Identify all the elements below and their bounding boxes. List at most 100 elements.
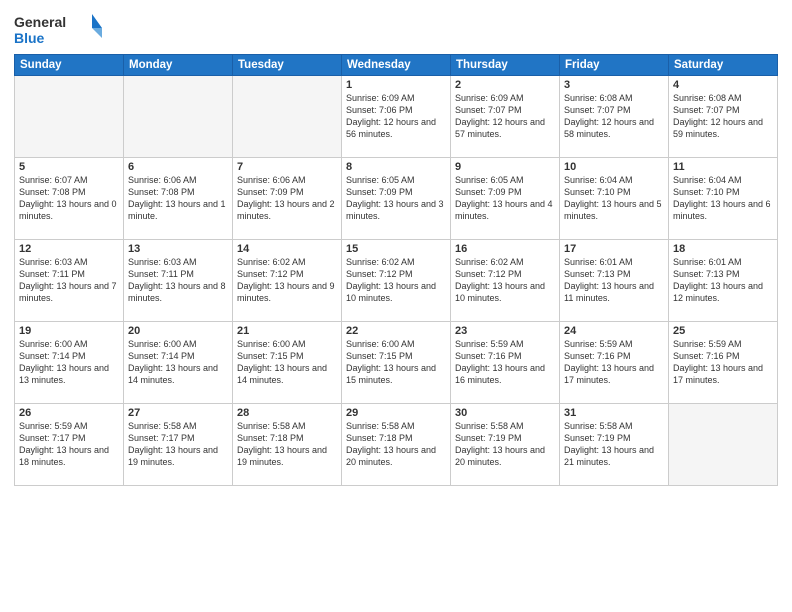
day-number: 2 xyxy=(455,79,555,91)
calendar-cell: 24Sunrise: 5:59 AMSunset: 7:16 PMDayligh… xyxy=(560,322,669,404)
day-detail: Sunrise: 6:06 AMSunset: 7:08 PMDaylight:… xyxy=(128,174,228,223)
day-detail: Sunrise: 6:05 AMSunset: 7:09 PMDaylight:… xyxy=(455,174,555,223)
calendar-cell xyxy=(124,76,233,158)
day-number: 18 xyxy=(673,243,773,255)
weekday-header-sunday: Sunday xyxy=(15,55,124,76)
calendar-cell: 4Sunrise: 6:08 AMSunset: 7:07 PMDaylight… xyxy=(669,76,778,158)
day-detail: Sunrise: 5:58 AMSunset: 7:18 PMDaylight:… xyxy=(346,420,446,469)
calendar-cell: 31Sunrise: 5:58 AMSunset: 7:19 PMDayligh… xyxy=(560,404,669,486)
day-detail: Sunrise: 6:03 AMSunset: 7:11 PMDaylight:… xyxy=(19,256,119,305)
day-detail: Sunrise: 6:09 AMSunset: 7:07 PMDaylight:… xyxy=(455,92,555,141)
day-detail: Sunrise: 6:00 AMSunset: 7:14 PMDaylight:… xyxy=(128,338,228,387)
day-number: 12 xyxy=(19,243,119,255)
calendar-cell: 12Sunrise: 6:03 AMSunset: 7:11 PMDayligh… xyxy=(15,240,124,322)
day-detail: Sunrise: 5:59 AMSunset: 7:16 PMDaylight:… xyxy=(564,338,664,387)
day-number: 21 xyxy=(237,325,337,337)
weekday-header-thursday: Thursday xyxy=(451,55,560,76)
day-number: 4 xyxy=(673,79,773,91)
day-number: 28 xyxy=(237,407,337,419)
day-detail: Sunrise: 6:08 AMSunset: 7:07 PMDaylight:… xyxy=(673,92,773,141)
day-number: 23 xyxy=(455,325,555,337)
page-header: General Blue xyxy=(14,10,778,48)
generalblue-logo: General Blue xyxy=(14,10,104,48)
day-number: 24 xyxy=(564,325,664,337)
day-detail: Sunrise: 6:09 AMSunset: 7:06 PMDaylight:… xyxy=(346,92,446,141)
calendar-cell: 22Sunrise: 6:00 AMSunset: 7:15 PMDayligh… xyxy=(342,322,451,404)
calendar-cell xyxy=(233,76,342,158)
day-number: 16 xyxy=(455,243,555,255)
day-detail: Sunrise: 6:05 AMSunset: 7:09 PMDaylight:… xyxy=(346,174,446,223)
day-detail: Sunrise: 5:59 AMSunset: 7:16 PMDaylight:… xyxy=(455,338,555,387)
day-number: 30 xyxy=(455,407,555,419)
calendar-table: SundayMondayTuesdayWednesdayThursdayFrid… xyxy=(14,54,778,486)
calendar-cell xyxy=(15,76,124,158)
day-detail: Sunrise: 6:00 AMSunset: 7:14 PMDaylight:… xyxy=(19,338,119,387)
logo: General Blue xyxy=(14,10,104,48)
calendar-cell: 2Sunrise: 6:09 AMSunset: 7:07 PMDaylight… xyxy=(451,76,560,158)
calendar-cell: 13Sunrise: 6:03 AMSunset: 7:11 PMDayligh… xyxy=(124,240,233,322)
calendar-cell: 9Sunrise: 6:05 AMSunset: 7:09 PMDaylight… xyxy=(451,158,560,240)
calendar-cell: 17Sunrise: 6:01 AMSunset: 7:13 PMDayligh… xyxy=(560,240,669,322)
day-detail: Sunrise: 5:58 AMSunset: 7:19 PMDaylight:… xyxy=(455,420,555,469)
day-number: 1 xyxy=(346,79,446,91)
week-row-2: 5Sunrise: 6:07 AMSunset: 7:08 PMDaylight… xyxy=(15,158,778,240)
weekday-header-wednesday: Wednesday xyxy=(342,55,451,76)
day-number: 8 xyxy=(346,161,446,173)
calendar-cell: 27Sunrise: 5:58 AMSunset: 7:17 PMDayligh… xyxy=(124,404,233,486)
day-detail: Sunrise: 6:07 AMSunset: 7:08 PMDaylight:… xyxy=(19,174,119,223)
calendar-cell: 6Sunrise: 6:06 AMSunset: 7:08 PMDaylight… xyxy=(124,158,233,240)
day-detail: Sunrise: 6:01 AMSunset: 7:13 PMDaylight:… xyxy=(564,256,664,305)
calendar-cell: 5Sunrise: 6:07 AMSunset: 7:08 PMDaylight… xyxy=(15,158,124,240)
calendar-cell: 29Sunrise: 5:58 AMSunset: 7:18 PMDayligh… xyxy=(342,404,451,486)
svg-text:Blue: Blue xyxy=(14,30,45,46)
day-number: 19 xyxy=(19,325,119,337)
day-number: 10 xyxy=(564,161,664,173)
svg-text:General: General xyxy=(14,14,66,30)
day-detail: Sunrise: 5:59 AMSunset: 7:16 PMDaylight:… xyxy=(673,338,773,387)
calendar-cell: 19Sunrise: 6:00 AMSunset: 7:14 PMDayligh… xyxy=(15,322,124,404)
week-row-1: 1Sunrise: 6:09 AMSunset: 7:06 PMDaylight… xyxy=(15,76,778,158)
calendar-cell: 10Sunrise: 6:04 AMSunset: 7:10 PMDayligh… xyxy=(560,158,669,240)
calendar-cell: 25Sunrise: 5:59 AMSunset: 7:16 PMDayligh… xyxy=(669,322,778,404)
calendar-cell: 21Sunrise: 6:00 AMSunset: 7:15 PMDayligh… xyxy=(233,322,342,404)
calendar-cell: 18Sunrise: 6:01 AMSunset: 7:13 PMDayligh… xyxy=(669,240,778,322)
calendar-cell: 20Sunrise: 6:00 AMSunset: 7:14 PMDayligh… xyxy=(124,322,233,404)
weekday-header-tuesday: Tuesday xyxy=(233,55,342,76)
week-row-3: 12Sunrise: 6:03 AMSunset: 7:11 PMDayligh… xyxy=(15,240,778,322)
day-number: 14 xyxy=(237,243,337,255)
calendar-cell: 7Sunrise: 6:06 AMSunset: 7:09 PMDaylight… xyxy=(233,158,342,240)
calendar-cell: 1Sunrise: 6:09 AMSunset: 7:06 PMDaylight… xyxy=(342,76,451,158)
day-detail: Sunrise: 6:06 AMSunset: 7:09 PMDaylight:… xyxy=(237,174,337,223)
day-detail: Sunrise: 6:02 AMSunset: 7:12 PMDaylight:… xyxy=(346,256,446,305)
calendar-cell: 8Sunrise: 6:05 AMSunset: 7:09 PMDaylight… xyxy=(342,158,451,240)
calendar-cell: 30Sunrise: 5:58 AMSunset: 7:19 PMDayligh… xyxy=(451,404,560,486)
day-number: 15 xyxy=(346,243,446,255)
day-detail: Sunrise: 5:58 AMSunset: 7:17 PMDaylight:… xyxy=(128,420,228,469)
day-detail: Sunrise: 6:01 AMSunset: 7:13 PMDaylight:… xyxy=(673,256,773,305)
day-number: 13 xyxy=(128,243,228,255)
day-number: 25 xyxy=(673,325,773,337)
calendar-cell xyxy=(669,404,778,486)
weekday-header-row: SundayMondayTuesdayWednesdayThursdayFrid… xyxy=(15,55,778,76)
day-number: 29 xyxy=(346,407,446,419)
day-detail: Sunrise: 6:02 AMSunset: 7:12 PMDaylight:… xyxy=(237,256,337,305)
day-detail: Sunrise: 5:59 AMSunset: 7:17 PMDaylight:… xyxy=(19,420,119,469)
day-number: 3 xyxy=(564,79,664,91)
day-detail: Sunrise: 6:02 AMSunset: 7:12 PMDaylight:… xyxy=(455,256,555,305)
calendar-cell: 14Sunrise: 6:02 AMSunset: 7:12 PMDayligh… xyxy=(233,240,342,322)
day-detail: Sunrise: 6:04 AMSunset: 7:10 PMDaylight:… xyxy=(673,174,773,223)
calendar-cell: 28Sunrise: 5:58 AMSunset: 7:18 PMDayligh… xyxy=(233,404,342,486)
calendar-cell: 23Sunrise: 5:59 AMSunset: 7:16 PMDayligh… xyxy=(451,322,560,404)
calendar-cell: 26Sunrise: 5:59 AMSunset: 7:17 PMDayligh… xyxy=(15,404,124,486)
calendar-cell: 11Sunrise: 6:04 AMSunset: 7:10 PMDayligh… xyxy=(669,158,778,240)
day-detail: Sunrise: 6:00 AMSunset: 7:15 PMDaylight:… xyxy=(346,338,446,387)
weekday-header-monday: Monday xyxy=(124,55,233,76)
day-number: 11 xyxy=(673,161,773,173)
day-number: 6 xyxy=(128,161,228,173)
day-number: 17 xyxy=(564,243,664,255)
week-row-5: 26Sunrise: 5:59 AMSunset: 7:17 PMDayligh… xyxy=(15,404,778,486)
day-number: 27 xyxy=(128,407,228,419)
day-number: 22 xyxy=(346,325,446,337)
calendar-cell: 16Sunrise: 6:02 AMSunset: 7:12 PMDayligh… xyxy=(451,240,560,322)
weekday-header-saturday: Saturday xyxy=(669,55,778,76)
